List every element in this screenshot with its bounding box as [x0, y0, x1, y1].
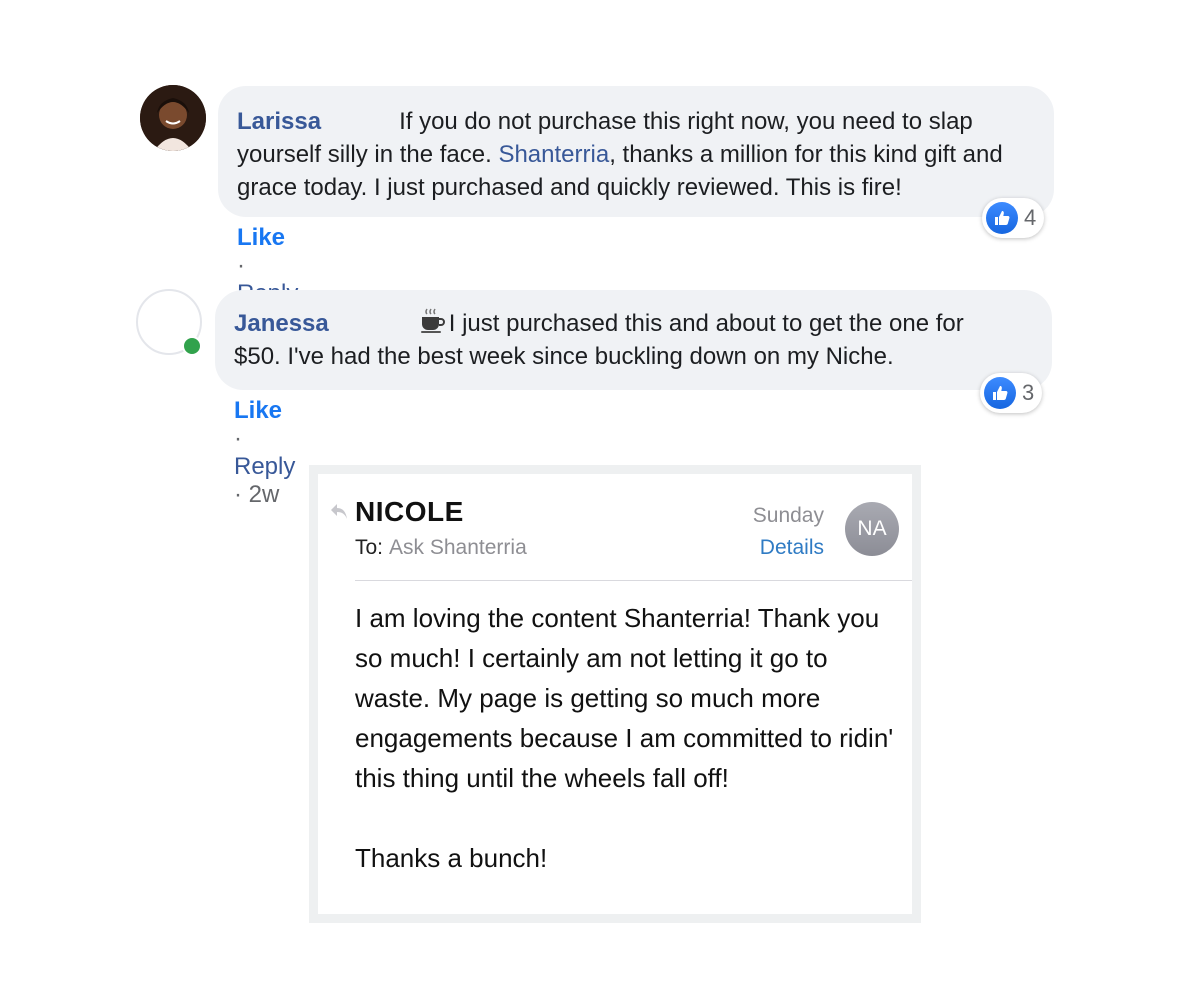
- reaction-count: 4: [1024, 205, 1037, 230]
- comment-actions: Like · Reply · 2w: [234, 397, 295, 509]
- divider: [355, 580, 912, 581]
- email-card-frame: NICOLE To: Ask Shanterria Sunday Details …: [309, 465, 921, 923]
- email-sender: NICOLE: [355, 496, 464, 527]
- online-status-indicator: [182, 336, 202, 356]
- email-message: NICOLE To: Ask Shanterria Sunday Details …: [318, 474, 912, 914]
- reaction-badge[interactable]: 3: [980, 373, 1043, 413]
- reply-link[interactable]: Reply: [234, 453, 295, 480]
- comment-text: I just purchased this and about to get t…: [234, 310, 964, 370]
- coffee-icon: [420, 308, 445, 333]
- thumbs-up-icon: [986, 202, 1018, 234]
- reaction-badge[interactable]: 4: [982, 198, 1045, 238]
- reaction-count: 3: [1022, 380, 1035, 405]
- thumbs-up-icon: [984, 377, 1016, 409]
- like-link[interactable]: Like: [234, 397, 282, 424]
- to-label: To:: [355, 536, 384, 559]
- email-recipient-row: To: Ask Shanterria: [355, 536, 527, 560]
- mention-link[interactable]: Shanterria: [498, 141, 609, 168]
- comment-bubble: Larissa If you do not purchase this right…: [218, 86, 1054, 217]
- email-body: I am loving the content Shanterria! Than…: [355, 603, 894, 873]
- like-link[interactable]: Like: [237, 224, 285, 251]
- avatar[interactable]: [140, 85, 206, 151]
- recipient[interactable]: Ask Shanterria: [389, 536, 527, 559]
- separator: ·: [237, 252, 245, 279]
- details-link[interactable]: Details: [760, 536, 824, 560]
- sender-avatar[interactable]: NA: [845, 502, 899, 556]
- timestamp[interactable]: 2w: [249, 481, 280, 508]
- comment-author[interactable]: Larissa: [237, 108, 321, 135]
- reply-icon: [331, 504, 347, 519]
- separator: ·: [234, 425, 242, 452]
- email-date: Sunday: [752, 504, 824, 527]
- comment-author[interactable]: Janessa: [234, 310, 329, 337]
- separator: ·: [234, 481, 249, 508]
- comment-bubble: Janessa I just purchased this and about t…: [215, 290, 1052, 390]
